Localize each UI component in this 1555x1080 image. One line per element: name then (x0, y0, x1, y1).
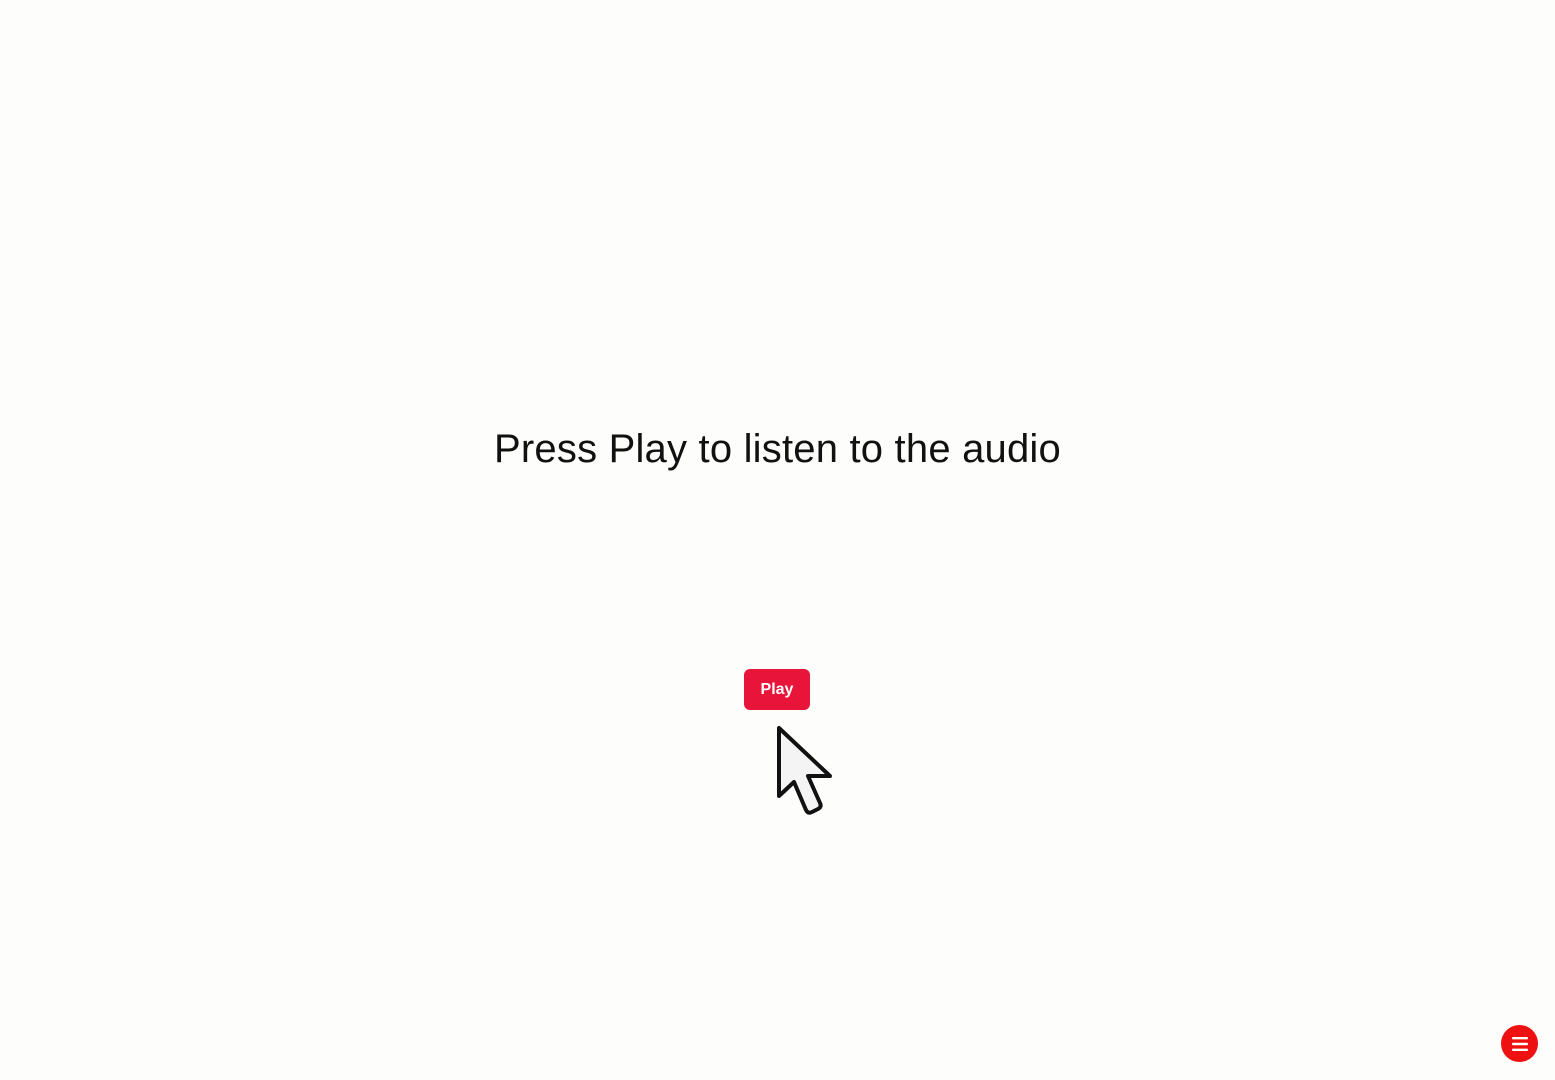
page: Press Play to listen to the audio Play (0, 0, 1555, 1080)
page-title: Press Play to listen to the audio (494, 427, 1061, 471)
menu-button[interactable] (1501, 1025, 1538, 1062)
menu-icon (1511, 1036, 1528, 1051)
play-button[interactable]: Play (744, 669, 810, 710)
mouse-pointer-icon (777, 726, 832, 815)
